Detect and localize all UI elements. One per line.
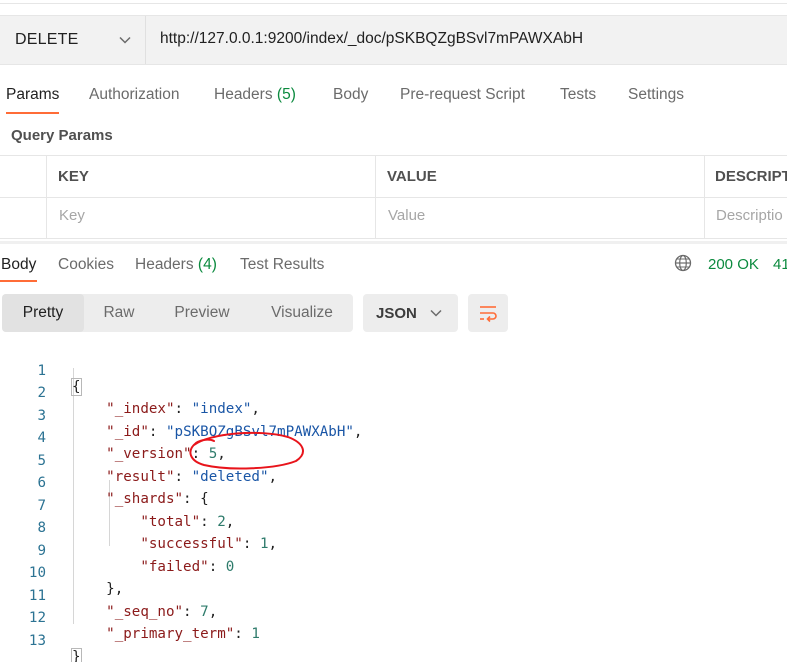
tab-response-headers-label: Headers — [135, 256, 194, 273]
column-header-description: DESCRIPT — [715, 168, 787, 185]
param-description-input[interactable]: Descriptio — [716, 207, 787, 224]
column-divider — [46, 156, 47, 238]
code-text: } — [71, 648, 82, 662]
active-tab-indicator — [6, 112, 59, 114]
code-line: 8 "successful": 1, — [0, 504, 787, 552]
view-mode-raw[interactable]: Raw — [86, 294, 152, 332]
method-label: DELETE — [15, 31, 79, 48]
window-top-border — [0, 3, 787, 4]
tab-response-headers-count: (4) — [197, 256, 217, 273]
tab-settings-label: Settings — [628, 86, 685, 103]
tab-settings[interactable]: Settings — [628, 86, 684, 104]
response-time[interactable]: 41 — [773, 256, 787, 273]
view-mode-selector: Pretty Raw Preview Visualize — [2, 294, 353, 332]
code-line: 5 "result": "deleted", — [0, 437, 787, 485]
tab-params[interactable]: Params — [6, 86, 59, 104]
code-line: 11 "_seq_no": 7, — [0, 572, 787, 620]
tab-headers-label: Headers — [214, 86, 273, 103]
tab-test-results-label: Test Results — [240, 256, 325, 273]
tab-body-label: Body — [333, 86, 369, 103]
response-tabs: Body Cookies Headers (4) Test Results — [0, 254, 787, 284]
tab-response-headers[interactable]: Headers (4) — [135, 256, 217, 274]
wrap-lines-icon — [480, 306, 497, 323]
param-value-input[interactable]: Value — [388, 207, 688, 224]
format-label: JSON — [376, 305, 417, 322]
code-line: 1 { — [0, 347, 787, 396]
tab-cookies[interactable]: Cookies — [58, 256, 114, 274]
chevron-down-icon — [430, 309, 442, 317]
tab-pre-request-script-label: Pre-request Script — [400, 86, 525, 103]
code-line: 2 "_index": "index", — [0, 369, 787, 417]
code-line: 3 "_id": "pSKBQZgBSvl7mPAWXAbH", — [0, 392, 787, 440]
tab-authorization[interactable]: Authorization — [89, 86, 179, 104]
column-divider — [704, 156, 705, 238]
code-line: 13 } — [0, 617, 787, 662]
table-row-divider — [0, 197, 787, 198]
view-mode-preview[interactable]: Preview — [154, 294, 250, 332]
format-select[interactable]: JSON — [363, 294, 458, 332]
code-line: 6 "_shards": { — [0, 459, 787, 507]
column-header-key: KEY — [58, 168, 89, 185]
code-line: 9 "failed": 0 — [0, 527, 787, 575]
code-line: 12 "_primary_term": 1 — [0, 594, 787, 642]
status-code[interactable]: 200 OK — [708, 256, 759, 273]
tab-headers[interactable]: Headers (5) — [214, 86, 296, 104]
query-params-table: KEY VALUE DESCRIPT Key Value Descriptio — [0, 155, 787, 239]
column-header-value: VALUE — [387, 168, 437, 185]
code-line: 7 "total": 2, — [0, 482, 787, 530]
wrap-lines-button[interactable] — [468, 294, 508, 332]
tab-authorization-label: Authorization — [89, 86, 180, 103]
tab-params-label: Params — [6, 86, 60, 103]
url-input[interactable]: http://127.0.0.1:9200/index/_doc/pSKBQZg… — [160, 30, 583, 48]
method-select[interactable]: DELETE — [0, 16, 146, 64]
view-mode-pretty[interactable]: Pretty — [2, 294, 84, 332]
tab-response-body[interactable]: Body — [1, 256, 36, 274]
request-tabs: Params Authorization Headers (5) Body Pr… — [0, 84, 787, 116]
tab-headers-count: (5) — [276, 86, 296, 103]
active-tab-indicator — [0, 280, 37, 282]
globe-icon[interactable] — [674, 254, 692, 272]
query-params-title: Query Params — [11, 127, 113, 144]
code-line: 4 "_version": 5, — [0, 414, 787, 462]
tab-pre-request-script[interactable]: Pre-request Script — [400, 86, 525, 104]
code-line: 10 }, — [0, 549, 787, 597]
response-body-viewer[interactable]: 1 { 2 "_index": "index", 3 "_id": "pSKBQ… — [0, 346, 787, 662]
tab-tests-label: Tests — [560, 86, 597, 103]
column-divider — [375, 156, 376, 238]
request-url-bar: DELETE http://127.0.0.1:9200/index/_doc/… — [0, 15, 787, 65]
tab-body[interactable]: Body — [333, 86, 368, 104]
tab-response-body-label: Body — [1, 256, 37, 273]
tab-test-results[interactable]: Test Results — [240, 256, 324, 274]
pane-divider[interactable] — [0, 241, 787, 244]
param-key-input[interactable]: Key — [59, 207, 359, 224]
tab-tests[interactable]: Tests — [560, 86, 596, 104]
chevron-down-icon — [119, 36, 131, 44]
view-mode-visualize[interactable]: Visualize — [252, 294, 352, 332]
tab-cookies-label: Cookies — [58, 256, 114, 273]
line-number: 13 — [28, 633, 46, 649]
